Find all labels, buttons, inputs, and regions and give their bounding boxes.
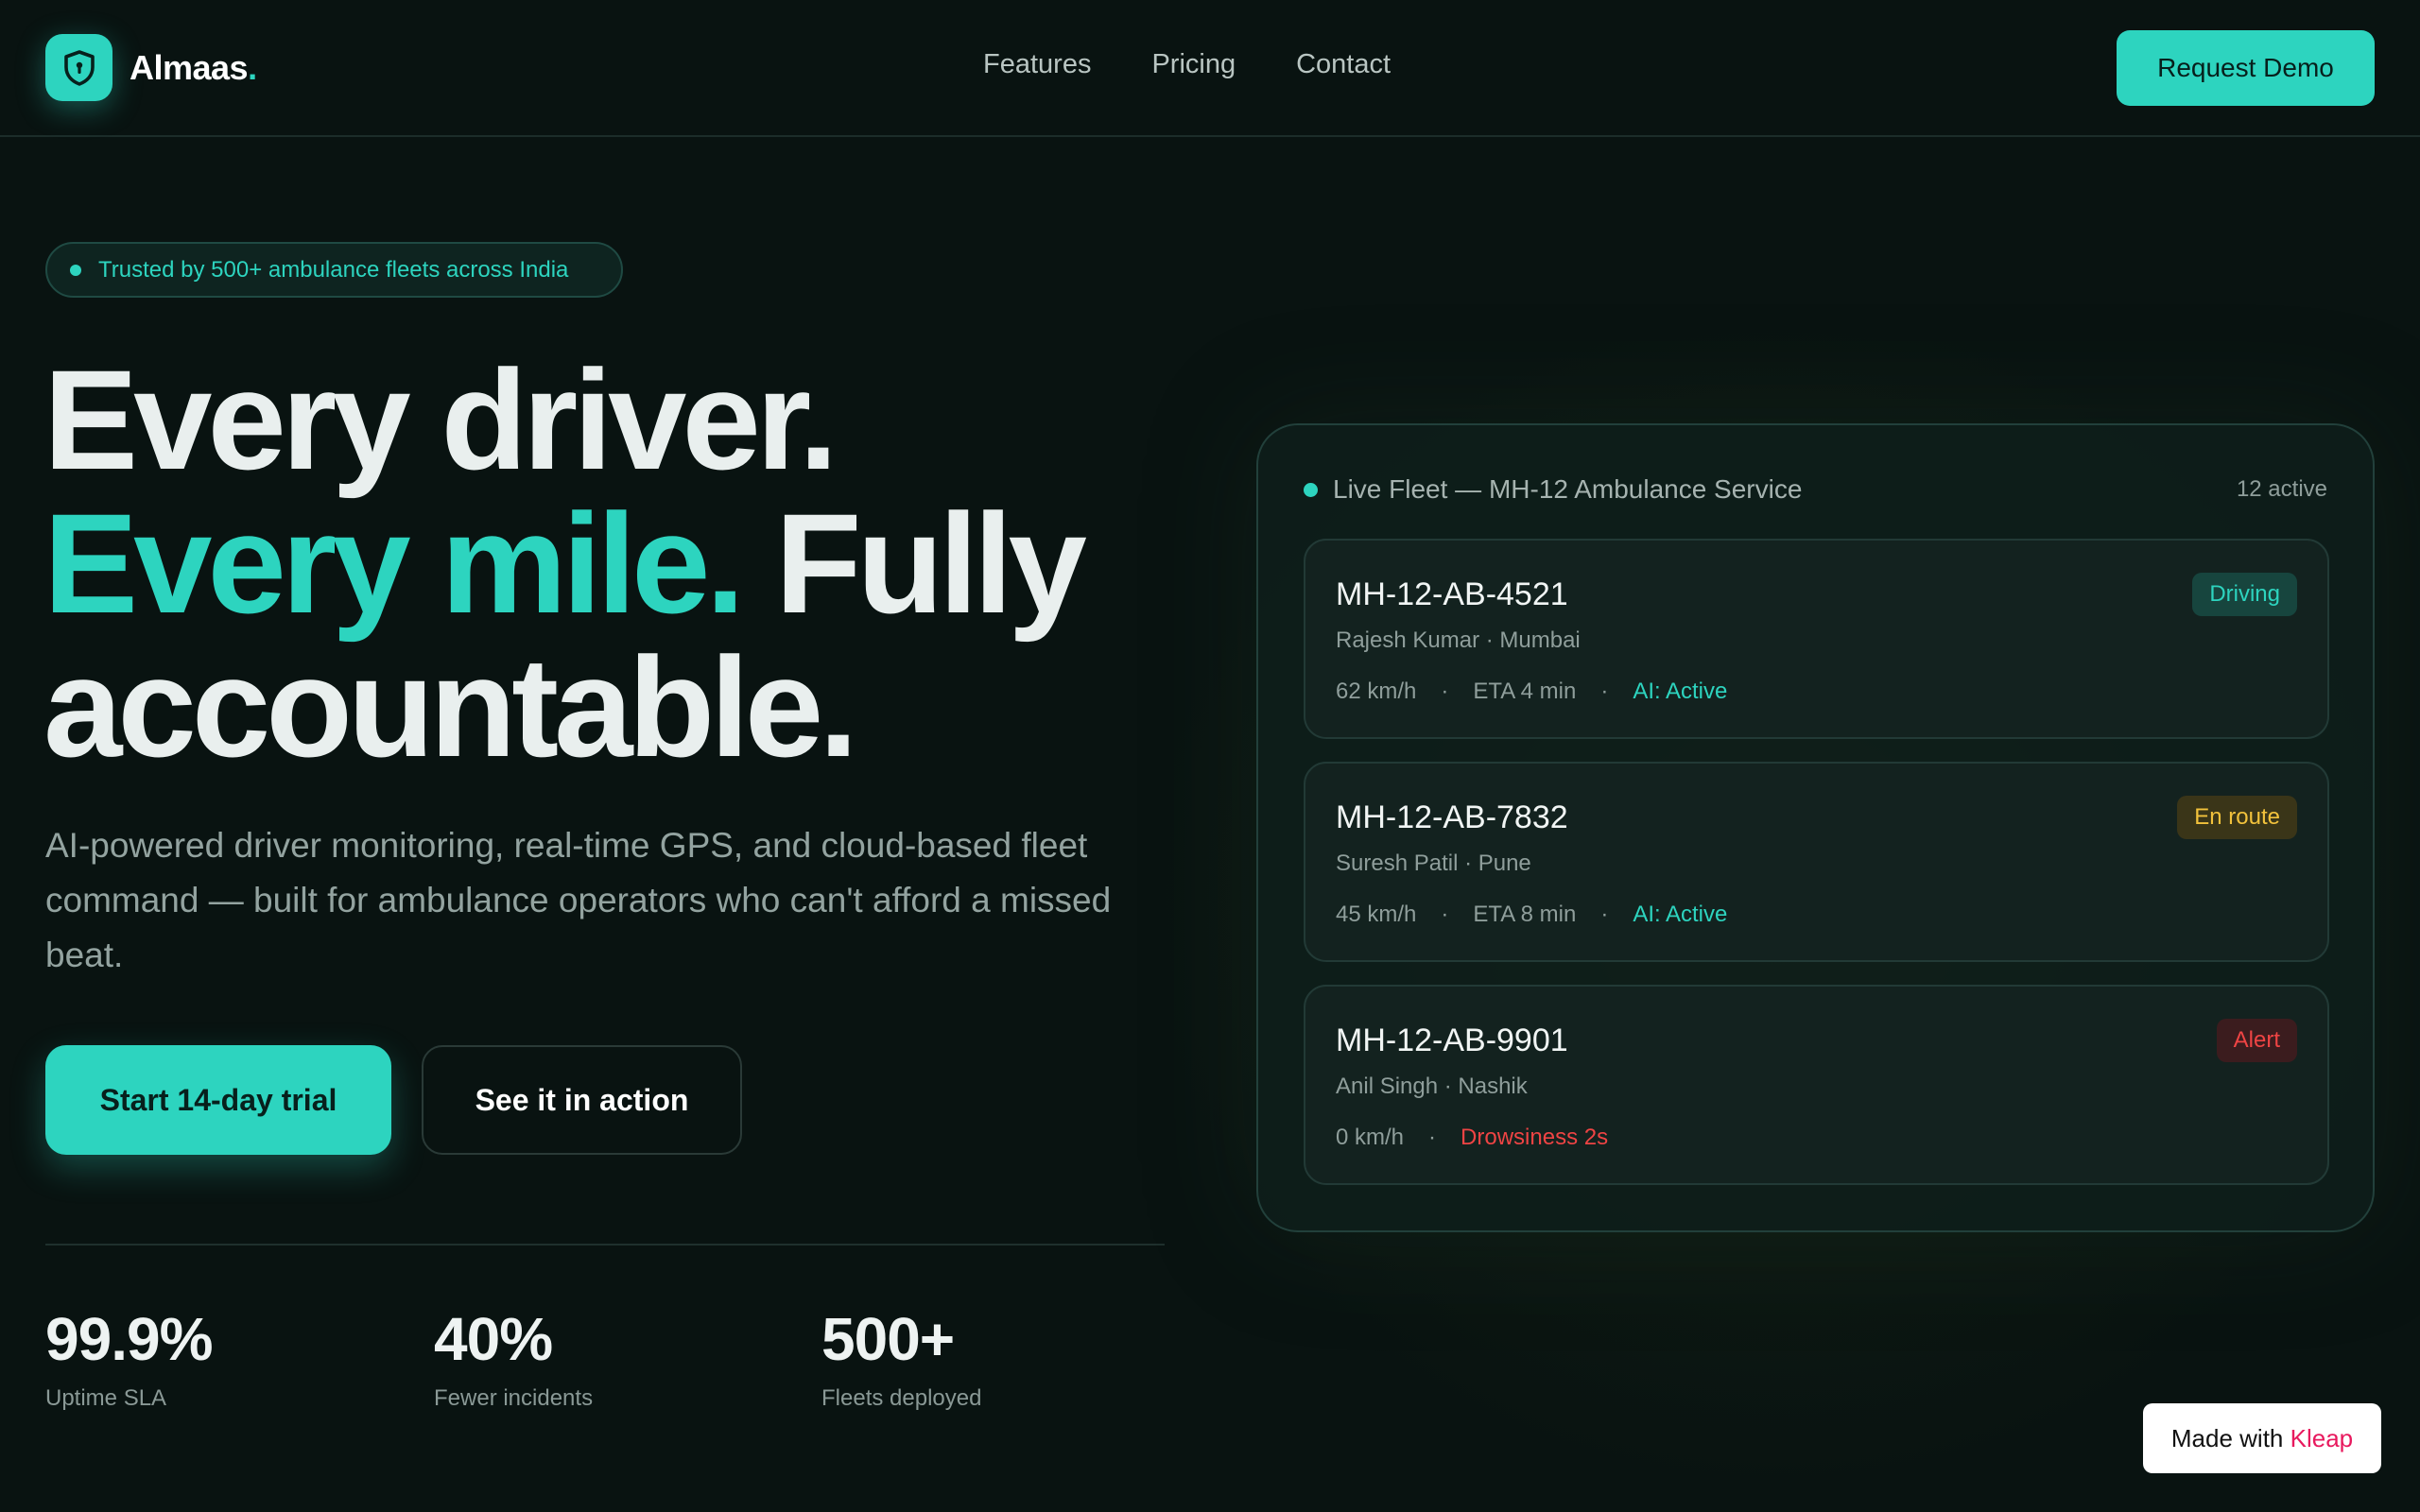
vehicle-ai-status: AI: Active <box>1633 679 1728 704</box>
meta-separator: · <box>1428 1125 1437 1150</box>
stat-label: Uptime SLA <box>45 1385 167 1411</box>
meta-separator: · <box>1600 679 1609 704</box>
vehicle-plate: MH-12-AB-4521 <box>1336 576 1568 612</box>
stats-divider <box>45 1244 1165 1246</box>
vehicle-speed: 0 km/h <box>1336 1125 1405 1150</box>
nav-links: Features Pricing Contact <box>983 49 1451 80</box>
hero-headline: Every driver. Every mile. Fully accounta… <box>43 348 1178 779</box>
vehicle-driver: Rajesh Kumar · Mumbai <box>1336 627 1581 653</box>
headline-white: Fully <box>774 484 1087 643</box>
live-dot-icon <box>1304 482 1318 497</box>
nav-link-features[interactable]: Features <box>983 49 1091 80</box>
stat-fleets: 500+ Fleets deployed <box>821 1304 981 1412</box>
vehicle-ai-status: AI: Active <box>1633 902 1728 927</box>
vehicle-card[interactable]: MH-12-AB-7832 Suresh Patil · Pune 45 km/… <box>1304 762 2329 962</box>
stat-value: 500+ <box>821 1305 955 1373</box>
made-with-badge[interactable]: Made with Kleap <box>2143 1403 2381 1473</box>
made-with-prefix: Made with <box>2170 1423 2284 1452</box>
stat-uptime: 99.9% Uptime SLA <box>45 1304 213 1412</box>
meta-separator: · <box>1441 902 1449 927</box>
brand-name: Almaas <box>130 47 249 87</box>
stat-label: Fleets deployed <box>821 1385 982 1411</box>
status-badge: Alert <box>2216 1019 2297 1062</box>
vehicle-alert-text: Drowsiness 2s <box>1461 1125 1609 1150</box>
headline-line-1: Every driver. <box>43 340 838 499</box>
trust-badge: Trusted by 500+ ambulance fleets across … <box>45 242 623 298</box>
vehicle-meta: 0 km/h · Drowsiness 2s <box>1336 1125 1608 1151</box>
meta-separator: · <box>1600 902 1609 927</box>
shield-icon <box>45 34 112 101</box>
brand[interactable]: Almaas. <box>45 34 257 101</box>
vehicle-eta: ETA 8 min <box>1473 902 1577 927</box>
vehicle-speed: 45 km/h <box>1336 902 1417 927</box>
vehicle-driver: Suresh Patil · Pune <box>1336 850 1531 876</box>
brand-dot: . <box>248 47 258 87</box>
stat-value: 99.9% <box>45 1305 213 1373</box>
vehicle-meta: 62 km/h · ETA 4 min · AI: Active <box>1336 679 1727 705</box>
vehicle-card[interactable]: MH-12-AB-9901 Anil Singh · Nashik 0 km/h… <box>1304 985 2329 1185</box>
headline-line-2: Every mile. Fully <box>43 491 1178 635</box>
active-count: 12 active <box>2236 476 2327 502</box>
vehicle-speed: 62 km/h <box>1336 679 1417 704</box>
meta-separator: · <box>1441 679 1449 704</box>
top-nav: Almaas. Features Pricing Contact Request… <box>0 0 2420 137</box>
headline-teal: Every mile. <box>43 484 745 643</box>
vehicle-plate: MH-12-AB-9901 <box>1336 1022 1568 1058</box>
vehicle-card[interactable]: MH-12-AB-4521 Rajesh Kumar · Mumbai 62 k… <box>1304 539 2329 739</box>
stat-incidents: 40% Fewer incidents <box>434 1304 593 1412</box>
see-in-action-button[interactable]: See it in action <box>422 1045 742 1155</box>
headline-line-3: accountable. <box>43 627 858 786</box>
vehicle-eta: ETA 4 min <box>1473 679 1577 704</box>
hero-subtitle: AI-powered driver monitoring, real-time … <box>45 826 1112 974</box>
badge-text: Trusted by 500+ ambulance fleets across … <box>98 256 569 283</box>
made-with-brand: Kleap <box>2290 1423 2354 1452</box>
status-badge: En route <box>2177 796 2297 839</box>
vehicle-driver: Anil Singh · Nashik <box>1336 1074 1528 1099</box>
panel-header: Live Fleet — MH-12 Ambulance Service <box>1304 474 1802 505</box>
vehicle-plate: MH-12-AB-7832 <box>1336 799 1568 835</box>
badge-dot-icon <box>70 264 81 276</box>
status-badge: Driving <box>2192 573 2297 616</box>
nav-link-pricing[interactable]: Pricing <box>1151 49 1236 80</box>
panel-title: Live Fleet — MH-12 Ambulance Service <box>1333 474 1803 504</box>
nav-link-contact[interactable]: Contact <box>1296 49 1391 80</box>
stat-label: Fewer incidents <box>434 1385 594 1411</box>
stat-value: 40% <box>434 1305 553 1373</box>
vehicle-meta: 45 km/h · ETA 8 min · AI: Active <box>1336 902 1727 928</box>
live-fleet-panel: Live Fleet — MH-12 Ambulance Service 12 … <box>1256 423 2375 1232</box>
request-demo-button[interactable]: Request Demo <box>2117 30 2375 106</box>
start-trial-button[interactable]: Start 14-day trial <box>45 1045 391 1155</box>
